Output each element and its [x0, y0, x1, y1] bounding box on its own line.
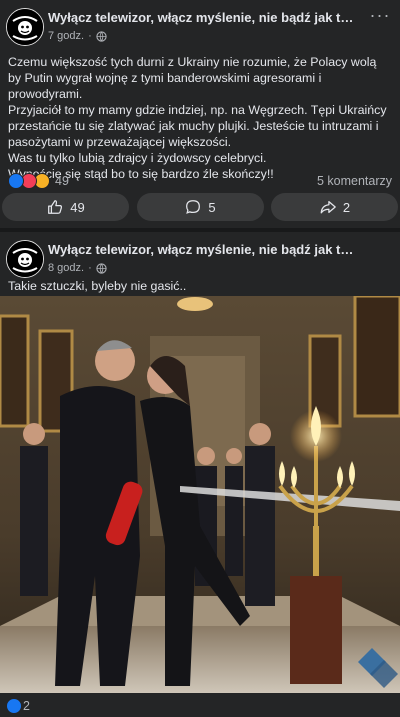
reaction-icons[interactable]: 49 [8, 173, 69, 189]
action-bar: 49 5 2 [2, 193, 398, 223]
post-card: Wyłącz telewizor, włącz myślenie, nie bą… [0, 0, 400, 228]
like-count: 49 [70, 199, 85, 215]
post-text-line: Czemu większość tych durni z Ukrainy nie… [8, 55, 377, 101]
share-button[interactable]: 2 [271, 193, 398, 221]
comment-count-link[interactable]: 5 komentarzy [317, 174, 392, 188]
post-time[interactable]: 8 godz. [48, 262, 84, 274]
reaction-count: 2 [23, 699, 30, 713]
more-dots-icon[interactable]: ··· [368, 6, 392, 28]
thumbs-up-icon [48, 200, 63, 214]
post-photo[interactable] [0, 296, 400, 693]
comment-button[interactable]: 5 [136, 193, 264, 221]
post-text-line: Przyjaciół to my mamy gdzie indziej, np.… [8, 103, 387, 149]
reaction-count[interactable]: 49 [55, 174, 69, 188]
post-meta: 7 godz. · [48, 30, 107, 42]
like-reaction-icon [6, 698, 22, 714]
comment-bubble-icon [186, 200, 201, 214]
page-avatar[interactable] [6, 8, 44, 46]
like-button[interactable]: 49 [2, 193, 129, 221]
comment-count: 5 [208, 199, 216, 215]
page-logo-icon [7, 9, 43, 45]
post-card: Wyłącz telewizor, włącz myślenie, nie bą… [0, 232, 400, 717]
page-logo-icon [7, 241, 43, 277]
photo-illustration [0, 296, 400, 693]
post-text-line: Takie sztuczki, byleby nie gasić.. [8, 279, 187, 293]
post-body: Czemu większość tych durni z Ukrainy nie… [8, 54, 392, 182]
share-arrow-icon [320, 200, 336, 214]
post-meta: 8 godz. · [48, 262, 107, 274]
globe-icon [96, 262, 107, 274]
page-avatar[interactable] [6, 240, 44, 278]
globe-icon [96, 30, 107, 42]
reactions-summary[interactable]: 2 [6, 697, 30, 715]
post-header: Wyłącz telewizor, włącz myślenie, nie bą… [0, 232, 400, 282]
like-reaction-icon [8, 173, 24, 189]
page-name-link[interactable]: Wyłącz telewizor, włącz myślenie, nie bą… [48, 10, 360, 25]
post-text-line: Was tu tylko lubią zdrajcy i żydowscy ce… [8, 151, 267, 165]
post-time[interactable]: 7 godz. [48, 30, 84, 42]
post-header: Wyłącz telewizor, włącz myślenie, nie bą… [0, 0, 400, 50]
page-name-link[interactable]: Wyłącz telewizor, włącz myślenie, nie bą… [48, 242, 360, 257]
share-count: 2 [342, 199, 351, 215]
post-body: Takie sztuczki, byleby nie gasić.. [8, 278, 392, 294]
reactions-summary: 49 5 komentarzy [8, 172, 392, 190]
